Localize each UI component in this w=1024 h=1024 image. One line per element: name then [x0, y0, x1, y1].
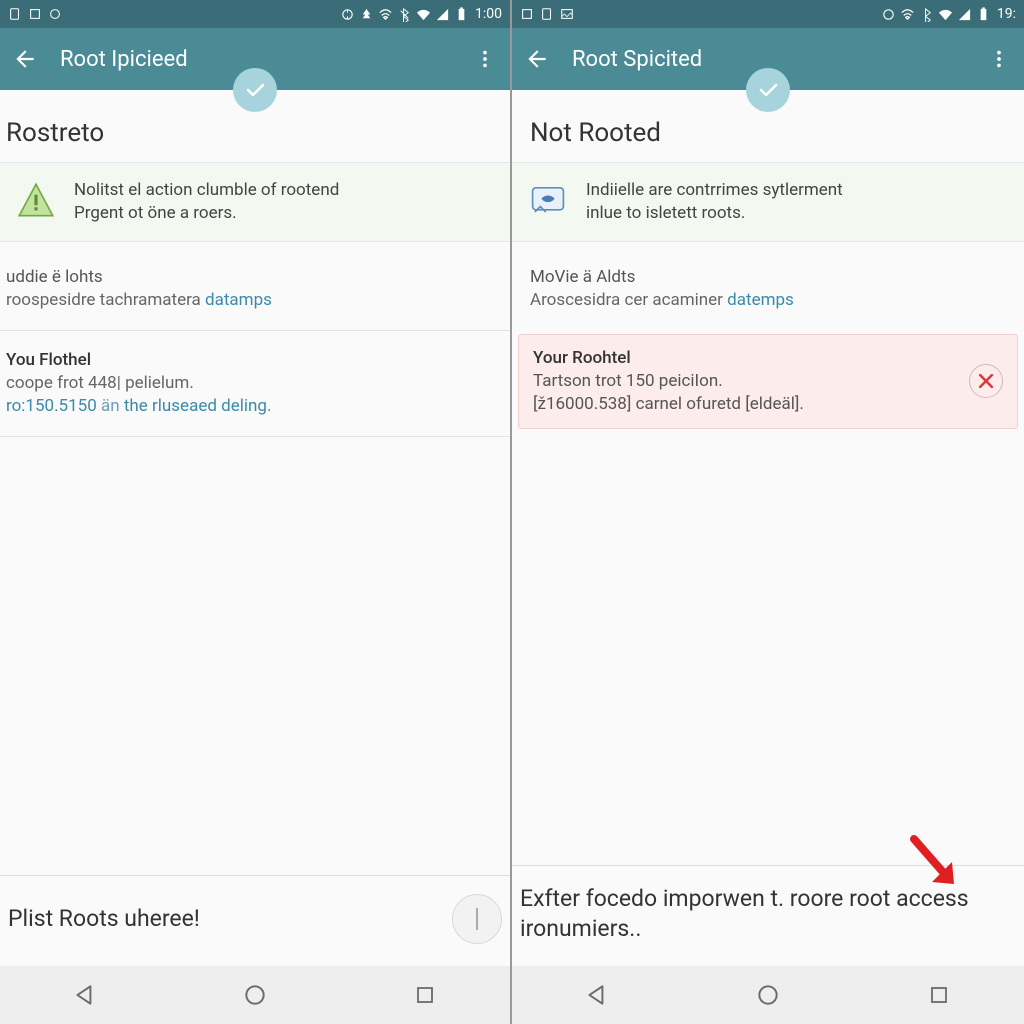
- tree-icon: [359, 7, 374, 22]
- error-card: Your Roohtel Tartson trot 150 peiciIon. …: [518, 334, 1018, 429]
- phone-left: 1:00 Root Ipicieed Rostreto Nolitst el a…: [0, 0, 512, 1024]
- info-line2: inlue to isletett roots.: [586, 203, 745, 223]
- arrow-left-icon: [12, 46, 38, 72]
- bluetooth-icon: [919, 7, 934, 22]
- block2-line2: ro:150.5150 än the rluseaed deling.: [6, 395, 504, 418]
- check-badge: [233, 68, 277, 112]
- back-button[interactable]: [522, 44, 552, 74]
- warning-triangle-icon: [14, 179, 58, 223]
- sim-icon: [8, 7, 22, 21]
- nav-square-icon: [413, 983, 437, 1007]
- block2-title: You Flothel: [6, 349, 504, 372]
- status-bar: 1:00: [0, 0, 510, 28]
- arrow-down-right-icon: [904, 834, 964, 894]
- nav-bar: [512, 966, 1024, 1024]
- sync-icon: [340, 7, 355, 22]
- check-icon: [243, 78, 267, 102]
- phone-right: 19: Root Spicited Not Rooted Indiielle a…: [512, 0, 1024, 1024]
- bluetooth-icon: [397, 7, 412, 22]
- status-bar: 19:: [512, 0, 1024, 28]
- text-block-2: You Flothel coope frot 448| pelielum. ro…: [0, 335, 510, 432]
- divider: [0, 330, 510, 331]
- nav-square-icon: [927, 983, 951, 1007]
- app-bar: Root Ipicieed: [0, 28, 510, 90]
- pill-button[interactable]: [452, 894, 502, 944]
- status-time: 19:: [997, 6, 1016, 22]
- pill-icon: [468, 904, 486, 934]
- status-left-icons: [8, 7, 62, 21]
- square-icon: [28, 7, 42, 21]
- divider: [0, 436, 510, 437]
- block1-line1: uddie ë lohts: [6, 266, 504, 289]
- err-line1: Tartson trot 150 peiciIon.: [533, 370, 961, 393]
- more-button[interactable]: [470, 44, 500, 74]
- bottom-text: Plist Roots uheree!: [8, 904, 452, 934]
- close-icon: [976, 371, 996, 391]
- sync-icon: [881, 7, 896, 22]
- wifi-icon: [900, 7, 915, 22]
- text-block-1: MoVie ä Aldts Aroscesidra cer acaminer d…: [512, 252, 1024, 326]
- block1-line1: MoVie ä Aldts: [530, 266, 1018, 289]
- back-button[interactable]: [10, 44, 40, 74]
- circle-icon: [48, 7, 62, 21]
- nav-recent[interactable]: [909, 975, 969, 1015]
- nav-home[interactable]: [738, 975, 798, 1015]
- battery-icon: [976, 7, 991, 22]
- image-icon: [560, 7, 574, 21]
- err-line2: [ž16000.538] carnel ofuretd [eldeäl].: [533, 393, 961, 416]
- nav-circle-icon: [755, 982, 781, 1008]
- status-time: 1:00: [475, 6, 502, 22]
- nav-back[interactable]: [55, 975, 115, 1015]
- nav-bar: [0, 966, 510, 1024]
- nav-triangle-icon: [584, 982, 610, 1008]
- sim-icon: [540, 7, 554, 21]
- annotation-arrow: [904, 834, 964, 894]
- status-right-icons: 1:00: [340, 6, 502, 22]
- info-text: Indiielle are contrrimes sytlerment inlu…: [586, 179, 843, 225]
- cell-signal-icon: [435, 7, 450, 22]
- info-card: Indiielle are contrrimes sytlerment inlu…: [512, 162, 1024, 242]
- wifi-icon: [378, 7, 393, 22]
- more-vert-icon: [474, 48, 496, 70]
- info-line1: Nolitst el action clumble of rootend: [74, 180, 339, 200]
- nav-recent[interactable]: [395, 975, 455, 1015]
- wifi-full-icon: [938, 7, 953, 22]
- status-left-icons: [520, 7, 574, 21]
- nav-triangle-icon: [72, 982, 98, 1008]
- bottom-banner: Plist Roots uheree!: [0, 875, 510, 966]
- text-block-1: uddie ë lohts roospesidre tachramatera d…: [0, 252, 510, 326]
- more-vert-icon: [988, 48, 1010, 70]
- block1-line2: roospesidre tachramatera datamps: [6, 289, 504, 312]
- info-line2: Prgent ot öne a roers.: [74, 203, 237, 223]
- block1-line2: Aroscesidra cer acaminer datemps: [530, 289, 1018, 312]
- info-card: Nolitst el action clumble of rootend Prg…: [0, 162, 510, 242]
- link-text[interactable]: datemps: [727, 290, 794, 310]
- status-right-icons: 19:: [881, 6, 1016, 22]
- app-title: Root Ipicieed: [60, 47, 188, 72]
- err-title: Your Roohtel: [533, 347, 961, 370]
- arrow-left-icon: [524, 46, 550, 72]
- info-text: Nolitst el action clumble of rootend Prg…: [74, 179, 339, 225]
- nav-home[interactable]: [225, 975, 285, 1015]
- check-icon: [756, 78, 780, 102]
- shield-icon: [526, 179, 570, 223]
- error-content: Your Roohtel Tartson trot 150 peiciIon. …: [533, 347, 961, 416]
- square-icon: [520, 7, 534, 21]
- battery-icon: [454, 7, 469, 22]
- nav-back[interactable]: [567, 975, 627, 1015]
- info-line1: Indiielle are contrrimes sytlerment: [586, 180, 843, 200]
- more-button[interactable]: [984, 44, 1014, 74]
- error-close-button[interactable]: [969, 364, 1003, 398]
- wifi-full-icon: [416, 7, 431, 22]
- link-text[interactable]: datamps: [205, 290, 272, 310]
- check-badge: [746, 68, 790, 112]
- cell-signal-icon: [957, 7, 972, 22]
- app-title: Root Spicited: [572, 47, 702, 72]
- block2-line1: coope frot 448| pelielum.: [6, 372, 504, 395]
- nav-circle-icon: [242, 982, 268, 1008]
- app-bar: Root Spicited: [512, 28, 1024, 90]
